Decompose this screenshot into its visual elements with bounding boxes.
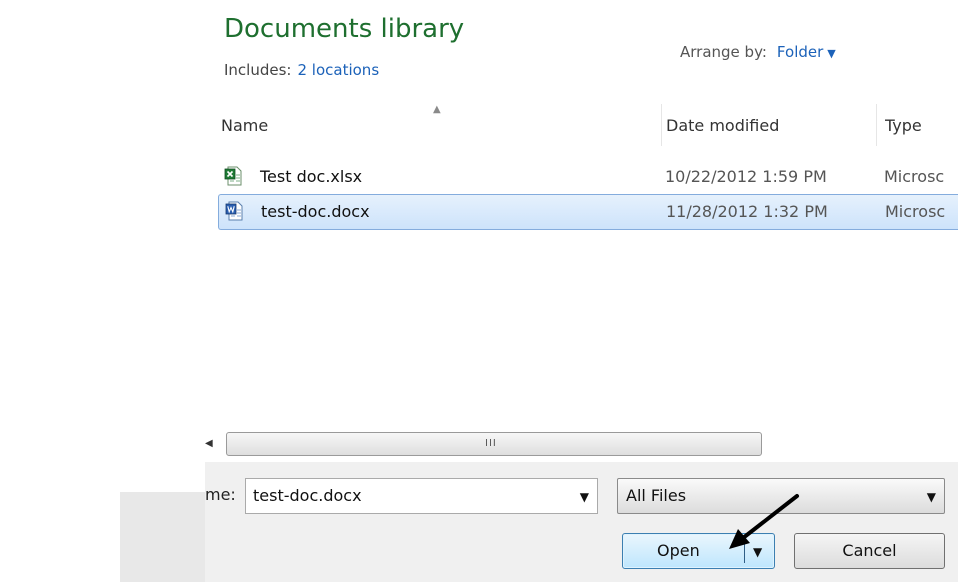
includes-label: Includes: [224,61,292,79]
column-header-date[interactable]: Date modified [666,98,876,150]
file-name-label: me: [205,485,236,504]
file-name: test-doc.docx [261,202,370,221]
arrange-value[interactable]: Folder [777,43,823,61]
column-divider[interactable] [661,104,662,146]
column-divider[interactable] [876,104,877,146]
file-name-value: test-doc.docx [253,486,362,505]
word-file-icon [225,201,243,221]
file-date: 10/22/2012 1:59 PM [665,167,827,186]
file-name: Test doc.xlsx [260,167,363,186]
arrange-by: Arrange by: Folder ▼ [680,43,836,61]
column-header-name[interactable]: Name [221,98,661,150]
file-name-dropdown-icon[interactable]: ▼ [580,479,589,515]
pointer-arrow-icon [729,494,799,549]
file-date: 11/28/2012 1:32 PM [666,202,828,221]
arrange-dropdown-icon[interactable]: ▼ [827,47,835,60]
scroll-left-arrow-icon[interactable]: ◀ [205,438,213,449]
library-title: Documents library [224,14,465,44]
filter-dropdown-icon[interactable]: ▼ [927,479,936,515]
column-header-row: ▲ Name Date modified Type [205,98,958,150]
open-button-label: Open [657,541,700,560]
file-type-filter-value: All Files [626,486,687,505]
file-row[interactable]: Test doc.xlsx 10/22/2012 1:59 PM Microsc [218,160,958,194]
column-header-type[interactable]: Type [885,98,958,150]
file-row-selected[interactable]: test-doc.docx 11/28/2012 1:32 PM Microsc [218,194,958,230]
excel-file-icon [224,166,242,186]
cancel-button-label: Cancel [842,541,897,560]
library-includes: Includes: 2 locations [224,61,379,79]
cancel-button[interactable]: Cancel [794,533,945,569]
horizontal-scrollbar-thumb[interactable]: III [226,432,762,456]
file-type: Microsc [884,167,945,186]
arrange-label: Arrange by: [680,43,767,61]
file-type: Microsc [885,202,946,221]
background-panel [120,492,205,582]
locations-link[interactable]: 2 locations [297,61,379,79]
scrollbar-grip: III [485,438,497,449]
file-name-input[interactable]: test-doc.docx ▼ [245,478,598,514]
